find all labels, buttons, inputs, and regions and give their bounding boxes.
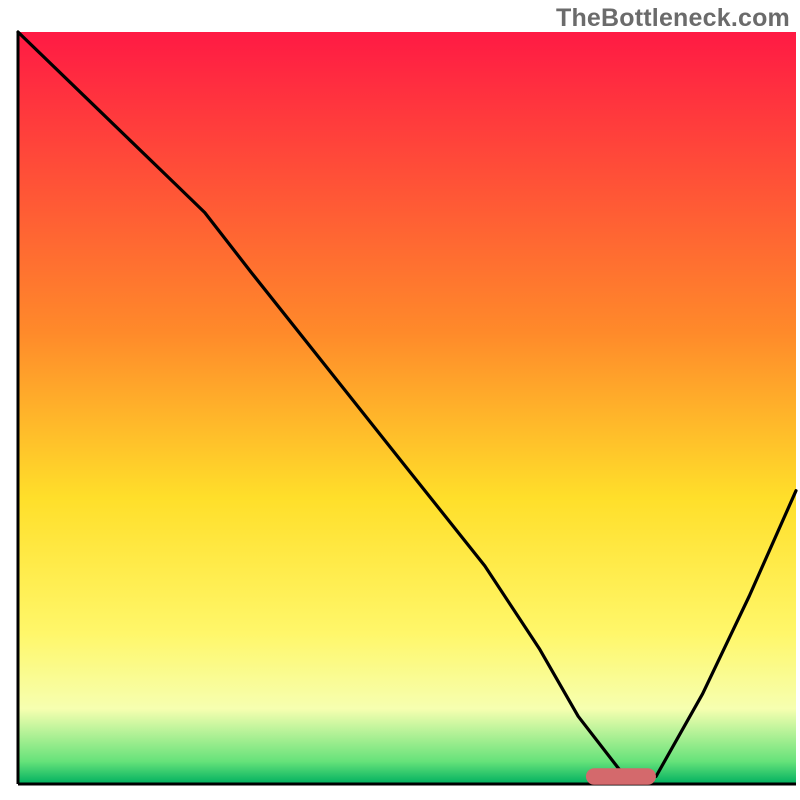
sweet-spot-marker — [586, 768, 656, 785]
bottleneck-chart — [0, 0, 800, 800]
watermark-text: TheBottleneck.com — [556, 4, 790, 33]
chart-container: TheBottleneck.com — [0, 0, 800, 800]
